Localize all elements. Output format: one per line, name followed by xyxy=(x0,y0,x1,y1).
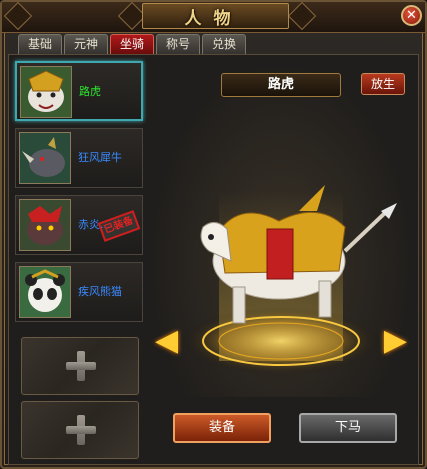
close-button[interactable]: ✕ xyxy=(401,5,422,26)
preview-mount-name: 路虎 xyxy=(221,73,341,97)
window-title: 人物 xyxy=(184,9,243,29)
equip-button[interactable]: 装备 xyxy=(173,413,271,443)
mount-name-luhu: 路虎 xyxy=(79,85,101,98)
close-icon: ✕ xyxy=(406,8,417,23)
mount-slot-panda[interactable]: 疾风熊猫 xyxy=(15,262,143,322)
tab-bar: 基础 元神 坐骑 称号 兑换 xyxy=(18,34,246,54)
tab-exchange[interactable]: 兑换 xyxy=(202,34,246,54)
release-button[interactable]: 放生 xyxy=(361,73,405,95)
action-bar: 装备 下马 xyxy=(149,403,413,459)
mount-portrait-rhino xyxy=(19,132,71,184)
tab-title[interactable]: 称号 xyxy=(156,34,200,54)
tab-basic[interactable]: 基础 xyxy=(18,34,62,54)
mount-portrait-luhu xyxy=(20,66,72,118)
tab-soul[interactable]: 元神 xyxy=(64,34,108,54)
mount-name-rhino: 狂风犀牛 xyxy=(78,151,122,164)
mount-preview: 路虎 放生 ◀ ▶ xyxy=(149,61,413,397)
mount-slot-flame[interactable]: 赤炎... 已装备 xyxy=(15,195,143,255)
mount-name-panda: 疾风熊猫 xyxy=(78,285,122,298)
equipped-stamp: 已装备 xyxy=(97,210,141,242)
mount-portrait-flame xyxy=(19,199,71,251)
tab-mount[interactable]: 坐骑 xyxy=(110,34,154,54)
empty-mount-slot[interactable] xyxy=(21,337,139,395)
dismount-button[interactable]: 下马 xyxy=(299,413,397,443)
mount-portrait-panda xyxy=(19,266,71,318)
title-bar[interactable]: 人物 ✕ xyxy=(2,1,425,33)
mount-list: 路虎 狂风犀牛 赤炎... 已装备 疾风熊猫 xyxy=(15,61,143,459)
rotate-right-icon[interactable]: ▶ xyxy=(384,326,407,356)
plus-icon xyxy=(66,351,96,381)
plus-icon xyxy=(66,415,96,445)
mount-slot-rhino[interactable]: 狂风犀牛 xyxy=(15,128,143,188)
mount-panel: 路虎 狂风犀牛 赤炎... 已装备 疾风熊猫 路虎 放生 ◀ ▶ 装备 下马 xyxy=(8,54,419,465)
rotate-left-icon[interactable]: ◀ xyxy=(155,326,178,356)
empty-mount-slot[interactable] xyxy=(21,401,139,459)
mount-model xyxy=(181,185,397,375)
character-window: 人物 ✕ 基础 元神 坐骑 称号 兑换 路虎 狂风犀牛 赤炎... 已装备 疾风… xyxy=(0,0,427,469)
mount-slot-luhu[interactable]: 路虎 xyxy=(15,61,143,121)
